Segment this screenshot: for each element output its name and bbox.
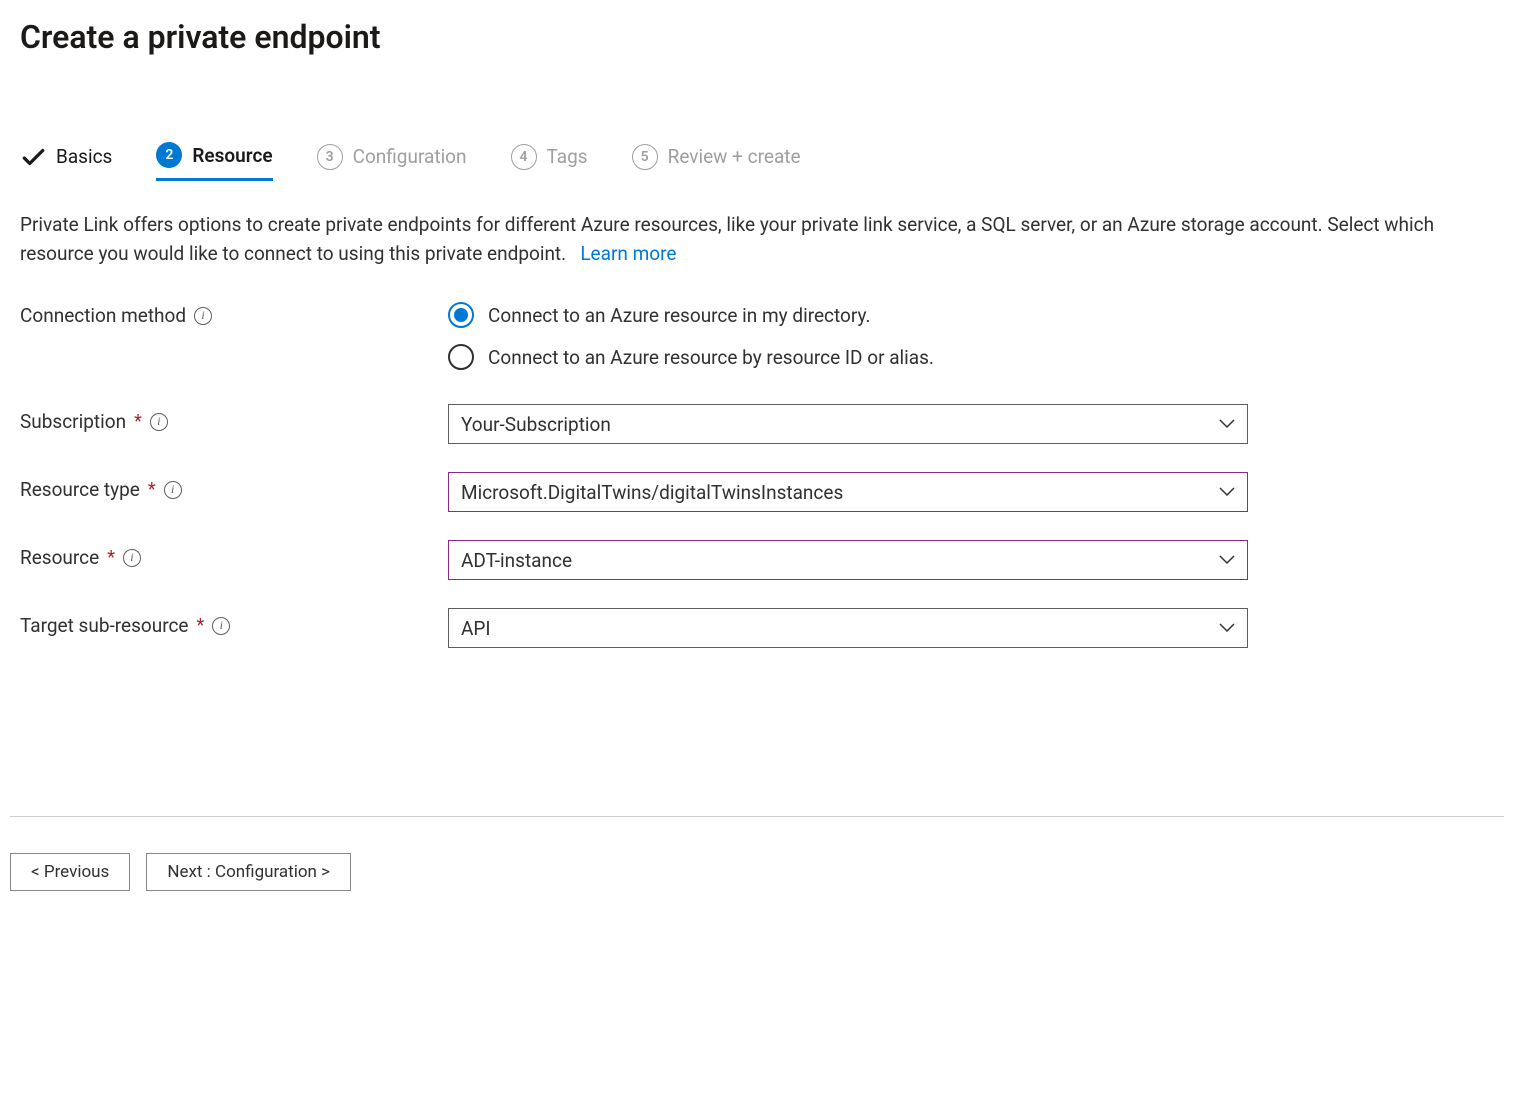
radio-unselected-icon [448, 344, 474, 370]
radio-connect-resource-id[interactable]: Connect to an Azure resource by resource… [448, 344, 1248, 370]
required-icon: * [134, 411, 142, 432]
next-button[interactable]: Next : Configuration > [146, 853, 351, 891]
tab-resource[interactable]: 2 Resource [156, 142, 272, 181]
dropdown-value: API [461, 617, 491, 640]
previous-button[interactable]: < Previous [10, 853, 130, 891]
target-sub-resource-dropdown[interactable]: API [448, 608, 1248, 648]
chevron-down-icon [1219, 623, 1235, 633]
connection-method-label: Connection method i [20, 302, 448, 327]
tab-label: Basics [56, 145, 112, 168]
label-text: Subscription [20, 410, 126, 433]
label-text: Connection method [20, 304, 186, 327]
info-icon[interactable]: i [212, 617, 230, 635]
tab-review-create[interactable]: 5 Review + create [632, 144, 801, 180]
radio-selected-icon [448, 302, 474, 328]
chevron-down-icon [1219, 487, 1235, 497]
tab-label: Review + create [668, 145, 801, 168]
learn-more-link[interactable]: Learn more [580, 242, 676, 265]
resource-label: Resource * i [20, 540, 448, 569]
target-sub-resource-label: Target sub-resource * i [20, 608, 448, 637]
resource-type-dropdown[interactable]: Microsoft.DigitalTwins/digitalTwinsInsta… [448, 472, 1248, 512]
subscription-dropdown[interactable]: Your-Subscription [448, 404, 1248, 444]
target-sub-resource-row: Target sub-resource * i API [20, 608, 1504, 648]
tab-label: Tags [547, 145, 588, 168]
info-icon[interactable]: i [164, 481, 182, 499]
dropdown-value: Your-Subscription [461, 413, 611, 436]
label-text: Resource type [20, 478, 140, 501]
info-icon[interactable]: i [123, 549, 141, 567]
required-icon: * [107, 547, 115, 568]
required-icon: * [197, 615, 205, 636]
radio-connect-directory[interactable]: Connect to an Azure resource in my direc… [448, 302, 1248, 328]
label-text: Target sub-resource [20, 614, 189, 637]
info-icon[interactable]: i [150, 413, 168, 431]
subscription-row: Subscription * i Your-Subscription [20, 404, 1504, 444]
tab-number-icon: 4 [511, 144, 537, 170]
tab-number-icon: 3 [317, 144, 343, 170]
page-title: Create a private endpoint [20, 0, 1504, 86]
tab-configuration[interactable]: 3 Configuration [317, 144, 467, 180]
chevron-down-icon [1219, 555, 1235, 565]
subscription-label: Subscription * i [20, 404, 448, 433]
connection-method-row: Connection method i Connect to an Azure … [20, 302, 1504, 370]
wizard-tabs: Basics 2 Resource 3 Configuration 4 Tags… [20, 86, 1504, 181]
required-icon: * [148, 479, 156, 500]
tab-description: Private Link offers options to create pr… [20, 211, 1504, 268]
tab-basics[interactable]: Basics [20, 144, 112, 180]
tab-number-icon: 2 [156, 142, 182, 168]
label-text: Resource [20, 546, 99, 569]
resource-type-row: Resource type * i Microsoft.DigitalTwins… [20, 472, 1504, 512]
info-icon[interactable]: i [194, 307, 212, 325]
dropdown-value: ADT-instance [461, 549, 572, 572]
tab-number-icon: 5 [632, 144, 658, 170]
footer-buttons: < Previous Next : Configuration > [10, 816, 1504, 891]
resource-dropdown[interactable]: ADT-instance [448, 540, 1248, 580]
resource-row: Resource * i ADT-instance [20, 540, 1504, 580]
tab-label: Resource [192, 144, 272, 167]
form-section: Connection method i Connect to an Azure … [20, 302, 1504, 676]
chevron-down-icon [1219, 419, 1235, 429]
tab-label: Configuration [353, 145, 467, 168]
connection-method-radio-group: Connect to an Azure resource in my direc… [448, 302, 1248, 370]
radio-label: Connect to an Azure resource in my direc… [488, 304, 870, 327]
checkmark-icon [20, 144, 46, 170]
description-text: Private Link offers options to create pr… [20, 213, 1434, 265]
radio-label: Connect to an Azure resource by resource… [488, 346, 934, 369]
tab-tags[interactable]: 4 Tags [511, 144, 588, 180]
resource-type-label: Resource type * i [20, 472, 448, 501]
dropdown-value: Microsoft.DigitalTwins/digitalTwinsInsta… [461, 481, 843, 504]
